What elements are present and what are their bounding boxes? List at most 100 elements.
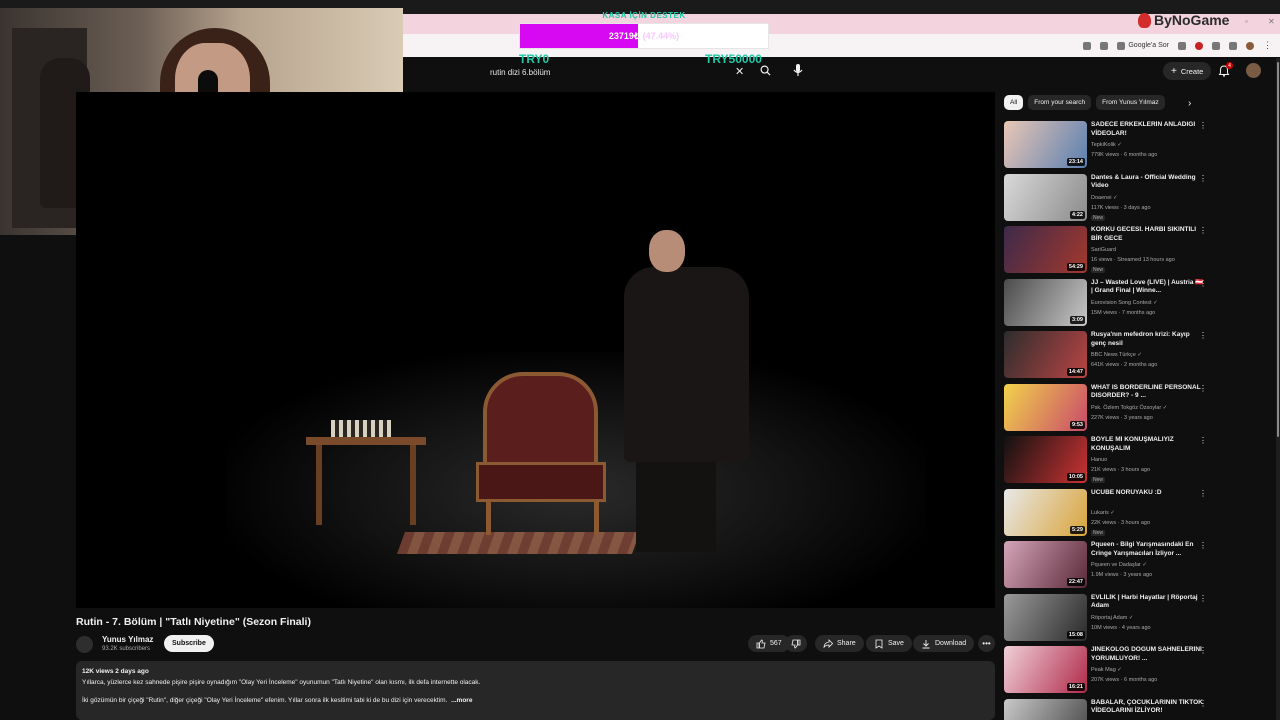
recommendation-item[interactable]: 3:09 JJ – Wasted Love (LIVE) | Austria 🇦🇹… (1004, 278, 1214, 332)
recommendation-menu-icon[interactable]: ⋮ (1199, 699, 1207, 708)
recommendation-menu-icon[interactable]: ⋮ (1199, 121, 1207, 130)
recommendation-item[interactable]: 15:08 EVLİLİK | Harbi Hayatlar | Röportaj… (1004, 593, 1214, 647)
recommendation-channel[interactable]: TepkiKolik ✓ (1091, 142, 1122, 148)
recommendation-thumbnail[interactable]: 4:22 (1004, 173, 1087, 221)
recommendation-list: 23:14 SADECE ERKEKLERİN ANLADIĞI VİDEOLAR… (1004, 121, 1214, 720)
dislike-button[interactable] (785, 635, 807, 652)
download-icon (922, 639, 930, 648)
browser-menu-icon[interactable]: ⋮ (1263, 40, 1272, 51)
window-restore-icon[interactable]: ▫ (1245, 17, 1248, 26)
recommendation-item[interactable]: 54:29 KORKU GECESİ. HARBİ SIKINTILI BİR G… (1004, 226, 1214, 279)
bookmark-star-icon[interactable] (1178, 41, 1186, 50)
recommendation-title[interactable]: Rusya'nın mefedron krizi: Kayıp genç nes… (1091, 331, 1206, 349)
recommendation-item[interactable]: 4:22 Dantes & Laura - Official Wedding Vi… (1004, 173, 1214, 227)
table-leg (410, 445, 416, 525)
translate-icon[interactable] (1083, 41, 1092, 50)
recommendation-thumbnail[interactable]: 15:08 (1004, 593, 1087, 641)
recommendation-title[interactable]: Dantes & Laura - Official Wedding Video (1091, 174, 1206, 192)
chevron-right-icon[interactable]: › (1188, 98, 1191, 109)
recommendation-channel[interactable]: SariGuard (1091, 247, 1116, 253)
recommendation-menu-icon[interactable]: ⋮ (1199, 384, 1207, 393)
browser-profile-avatar[interactable] (1246, 41, 1254, 50)
recommendation-channel[interactable]: Eurovision Song Contest ✓ (1091, 300, 1158, 306)
save-button[interactable]: Save (866, 635, 912, 652)
recommendation-menu-icon[interactable]: ⋮ (1199, 436, 1207, 445)
recommendation-menu-icon[interactable]: ⋮ (1199, 331, 1207, 340)
recommendation-title[interactable]: SADECE ERKEKLERİN ANLADIĞI VİDEOLAR! (1091, 121, 1206, 139)
recommendation-item[interactable]: 10:05 BÖYLE Mİ KONUŞMALIYIZ KONUŞALIM Hanu… (1004, 436, 1214, 489)
recommendation-thumbnail[interactable]: 54:29 (1004, 226, 1087, 273)
recommendation-title[interactable]: WHAT IS BORDERLINE PERSONAL DISORDER? - … (1091, 384, 1206, 402)
recommendation-channel[interactable]: Pqueen ve Dadaşlar ✓ (1091, 562, 1147, 568)
recommendation-thumbnail[interactable]: 5:29 (1004, 488, 1087, 536)
chip-all[interactable]: All (1004, 95, 1024, 110)
recommendation-title[interactable]: BÖYLE Mİ KONUŞMALIYIZ KONUŞALIM (1091, 436, 1206, 454)
tab-search-icon[interactable] (1100, 41, 1109, 50)
recommendation-item[interactable]: 5:29 UCUBE NORUYAKU :D Lukaris ✓ 22K views … (1004, 488, 1214, 542)
recommendation-title[interactable]: JJ – Wasted Love (LIVE) | Austria 🇦🇹 | G… (1091, 279, 1206, 297)
recommendation-channel[interactable]: Röportaj Adam ✓ (1091, 615, 1134, 621)
user-avatar[interactable] (1246, 63, 1261, 78)
video-player[interactable] (76, 92, 995, 608)
recommendation-item[interactable]: 22:47 Pqueen - Bilgi Yarışmasındaki En Cr… (1004, 541, 1214, 594)
extensions-puzzle-icon[interactable] (1212, 41, 1220, 50)
chip-from-channel[interactable]: From Yunus Yılmaz (1096, 95, 1165, 110)
recommendation-title[interactable]: BABALAR, ÇOCUKLARININ TİKTOK VİDEOLARINI… (1091, 699, 1206, 717)
recommendation-item[interactable]: 16:21 JİNEKOLOG DOĞUM SAHNELERİNİ YORUMLU… (1004, 646, 1214, 699)
recommendation-menu-icon[interactable]: ⋮ (1199, 489, 1207, 498)
share-button[interactable]: Share (815, 635, 864, 652)
scrollbar-thumb[interactable] (1277, 62, 1279, 437)
recommendation-thumbnail[interactable]: 3:09 (1004, 278, 1087, 326)
search-clear-icon[interactable]: ✕ (735, 65, 744, 78)
like-button[interactable]: 567 (748, 635, 790, 652)
search-input[interactable]: rutin dizi 6.bölüm (480, 62, 755, 82)
recommendation-channel[interactable]: Hanuo (1091, 457, 1107, 463)
google-ask-chip[interactable]: Google'a Sor (1117, 41, 1169, 50)
recommendation-title[interactable]: EVLİLİK | Harbi Hayatlar | Röportaj Adam (1091, 594, 1206, 612)
chess-board (331, 420, 391, 437)
recommendation-channel[interactable]: Lukaris ✓ (1091, 510, 1115, 516)
subscribe-button[interactable]: Subscribe (164, 635, 214, 652)
recommendation-thumbnail[interactable]: 10:05 (1004, 436, 1087, 483)
window-close-icon[interactable]: ✕ (1268, 17, 1275, 26)
description-box[interactable]: 12K views 2 days ago Yıllarca, yüzlerce … (76, 661, 995, 720)
recommendation-item[interactable]: 23:14 SADECE ERKEKLERİN ANLADIĞI VİDEOLAR… (1004, 121, 1214, 174)
recommendation-channel[interactable]: Psk. Özlem Tokgöz Özsoylar ✓ (1091, 405, 1167, 411)
download-tray-icon[interactable] (1229, 41, 1237, 50)
recommendation-menu-icon[interactable]: ⋮ (1199, 174, 1207, 183)
recommendation-menu-icon[interactable]: ⋮ (1199, 279, 1207, 288)
new-badge: New (1091, 477, 1106, 483)
recommendation-thumbnail[interactable]: 9:53 (1004, 383, 1087, 431)
channel-avatar[interactable] (76, 636, 93, 653)
recommendation-thumbnail[interactable]: 14:47 (1004, 331, 1087, 378)
channel-name[interactable]: Yunus Yılmaz (102, 635, 153, 644)
recommendation-thumbnail[interactable]: 16:21 (1004, 646, 1087, 693)
recommendation-menu-icon[interactable]: ⋮ (1199, 594, 1207, 603)
recommendation-item[interactable]: 14:47 Rusya'nın mefedron krizi: Kayıp gen… (1004, 331, 1214, 384)
microphone-icon[interactable] (791, 63, 805, 78)
recommendation-title[interactable]: KORKU GECESİ. HARBİ SIKINTILI BİR GECE (1091, 226, 1206, 244)
views-date: 12K views 2 days ago (82, 668, 149, 675)
recommendation-title[interactable]: Pqueen - Bilgi Yarışmasındaki En Cringe … (1091, 541, 1206, 559)
recommendation-menu-icon[interactable]: ⋮ (1199, 646, 1207, 655)
more-actions-button[interactable]: ••• (978, 635, 995, 652)
recommendation-channel[interactable]: BBC News Türkçe ✓ (1091, 352, 1142, 358)
search-icon[interactable] (760, 65, 771, 76)
chip-from-your-search[interactable]: From your search (1028, 95, 1092, 110)
recommendation-menu-icon[interactable]: ⋮ (1199, 541, 1207, 550)
recommendation-thumbnail[interactable]: 23:14 (1004, 121, 1087, 168)
download-button[interactable]: Download (913, 635, 975, 652)
recommendation-menu-icon[interactable]: ⋮ (1199, 226, 1207, 235)
donation-title: KASA İÇİN DESTEK (602, 11, 686, 20)
description-more-link[interactable]: ...more (451, 697, 472, 704)
recommendation-channel[interactable]: Doaenei ✓ (1091, 195, 1118, 201)
recommendation-title[interactable]: UCUBE NORUYAKU :D (1091, 489, 1206, 498)
recommendation-thumbnail[interactable] (1004, 698, 1087, 720)
recommendation-channel[interactable]: Peak Mag ✓ (1091, 667, 1122, 673)
recommendation-item[interactable]: BABALAR, ÇOCUKLARININ TİKTOK VİDEOLARINI… (1004, 698, 1214, 720)
recommendation-title[interactable]: JİNEKOLOG DOĞUM SAHNELERİNİ YORUMLUYOR! … (1091, 646, 1206, 664)
extension-red-icon[interactable] (1195, 41, 1203, 50)
create-button[interactable]: + Create (1163, 62, 1212, 80)
recommendation-thumbnail[interactable]: 22:47 (1004, 541, 1087, 588)
recommendation-item[interactable]: 9:53 WHAT IS BORDERLINE PERSONAL DISORDER… (1004, 383, 1214, 437)
